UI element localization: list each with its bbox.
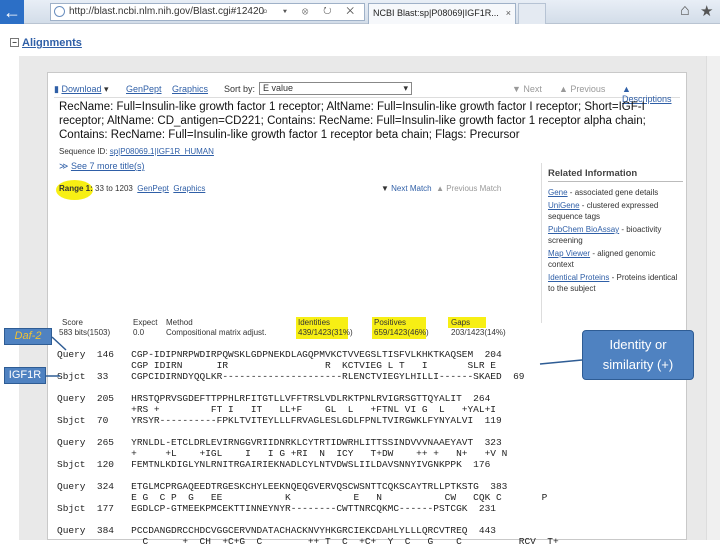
see-more-link[interactable]: See 7 more title(s) [71, 161, 145, 171]
related-item-mapviewer: Map Viewer - aligned genomic context [548, 248, 683, 270]
chevron-down-icon: ▾ [403, 83, 408, 93]
down-arrow-icon: ▼ [381, 184, 389, 193]
up-arrow-icon: ▲ [436, 184, 444, 193]
alignments-title[interactable]: Alignments [22, 37, 82, 49]
alignment-line: Sbjct 70 YRSYR----------FPKLTVITEYLLLFRV… [57, 415, 502, 426]
sequence-id-label: Sequence ID: [59, 147, 108, 156]
value-expect: 0.0 [133, 328, 145, 337]
browser-toolbar: ← http://blast.ncbi.nlm.nih.gov/Blast.cg… [0, 0, 720, 24]
igf1r-callout: IGF1R [4, 367, 46, 384]
value-positives: 659/1423(46%) [374, 328, 429, 337]
header-positives: Positives [374, 318, 407, 327]
alignment-line: CGP IDIRN IR R KCTVIEG L T I SLR E [57, 360, 496, 371]
browser-tab[interactable]: NCBI Blast:sp|P08069|IGF1R... × [368, 3, 516, 24]
previous-match-button[interactable]: Previous Match [446, 184, 501, 193]
download-button[interactable]: ▮ Download ▾ [54, 84, 109, 95]
address-tools-icons[interactable]: ⌕ ▾ ⊗ ↻ ✕ [263, 4, 360, 20]
alignment-toolbar: ▮ Download ▾ GenPept Graphics Sort by: E… [54, 82, 680, 104]
range-line: Range 1: 33 to 1203 GenPept Graphics [59, 184, 205, 193]
genpept-link[interactable]: GenPept [126, 84, 162, 94]
value-score: 583 bits(1503) [59, 328, 111, 337]
score-table-row: 583 bits(1503) 0.0 Compositional matrix … [59, 328, 529, 339]
back-button[interactable]: ← [0, 0, 24, 24]
alignment-line: C + CH +C+G C ++ T C +C+ Y C G C RCV T+ [57, 536, 559, 547]
alignments-header[interactable]: − Alignments [10, 37, 82, 49]
value-identities: 439/1423(31%) [298, 328, 353, 337]
sort-select[interactable]: E value ▾ [259, 82, 412, 95]
related-link-bioassay[interactable]: PubChem BioAssay [548, 225, 619, 234]
related-item-unigene: UniGene - clustered expressed sequence t… [548, 200, 683, 222]
sequence-id-link[interactable]: sp|P08069.1|IGF1R_HUMAN [110, 147, 214, 156]
value-gaps: 203/1423(14%) [451, 328, 506, 337]
related-information: Related Information Gene - associated ge… [541, 163, 683, 323]
alignment-line: Query 205 HRSTQPRVSGDEFTTPPHLRFITGTLLVFF… [57, 393, 491, 404]
related-desc: - associated gene details [567, 188, 659, 197]
header-gaps: Gaps [451, 318, 471, 327]
globe-icon [54, 6, 65, 17]
alignment-line: Sbjct 120 FEMTNLKDIGLYNLRNITRGAIRIEKNADL… [57, 459, 491, 470]
related-link-gene[interactable]: Gene [548, 188, 568, 197]
alignment-line: Sbjct 177 EGDLCP-GTMEEKPMCEKTTINNEYNYR--… [57, 503, 496, 514]
alignment-line: Query 146 CGP-IDIPNRPWDIRPQWSKLGDPNEKDLA… [57, 349, 502, 360]
sort-value: E value [263, 83, 294, 93]
see-more-titles[interactable]: ≫ See 7 more title(s) [59, 161, 144, 172]
header-identities: Identities [298, 318, 331, 327]
alignment-line: Query 265 YRNLDL-ETCLDRLEVIRNGGVRIIDNRKL… [57, 437, 502, 448]
tab-close-icon[interactable]: × [506, 4, 511, 23]
related-item-bioassay: PubChem BioAssay - bioactivity screening [548, 224, 683, 246]
favorites-icon[interactable]: ★ [700, 2, 713, 20]
new-tab-button[interactable] [518, 3, 546, 24]
alignment-line: Query 324 ETGLMCPRGAQEEDTRGESKCHYLEEKNQE… [57, 481, 508, 492]
alignment-line: +RS + FT I IT LL+F GL L +FTNL VI G L +YA… [57, 404, 496, 415]
related-heading: Related Information [548, 168, 683, 182]
tab-title: NCBI Blast:sp|P08069|IGF1R... [373, 8, 499, 18]
alignment-line: Query 384 PCCDANGDRCCHDCVGGCERVNDATACHAC… [57, 525, 496, 536]
hit-title: RecName: Full=Insulin-like growth factor… [59, 101, 646, 141]
value-method: Compositional matrix adjust. [166, 328, 267, 337]
identity-callout: Identity or similarity (+) [582, 330, 694, 380]
range-label: Range 1: [59, 184, 93, 193]
download-link[interactable]: Download [61, 84, 101, 94]
scrollbar[interactable] [706, 56, 720, 540]
alignment-line: Sbjct 33 CGPCIDIRNDYQQLKR---------------… [57, 371, 525, 382]
header-method: Method [166, 318, 193, 327]
range-graphics-link[interactable]: Graphics [173, 184, 205, 193]
related-item-gene: Gene - associated gene details [548, 187, 683, 198]
sequence-id: Sequence ID: sp|P08069.1|IGF1R_HUMAN [59, 147, 214, 156]
alignment-line: + +L +IGL I I G +RI N ICY T+DW ++ + N+ +… [57, 448, 508, 459]
match-navigation: ▼ Next Match ▲ Previous Match [381, 184, 501, 193]
graphics-link[interactable]: Graphics [172, 84, 208, 94]
home-icon[interactable]: ⌂ [680, 2, 690, 20]
range-genpept-link[interactable]: GenPept [137, 184, 169, 193]
header-expect: Expect [133, 318, 158, 327]
expand-arrow-icon: ≫ [59, 161, 69, 171]
alignment-line: E G C P G EE K E N CW CQK C P [57, 492, 548, 503]
next-match-button[interactable]: Next Match [391, 184, 431, 193]
sort-label: Sort by: [224, 84, 256, 94]
related-link-identical[interactable]: Identical Proteins [548, 273, 609, 282]
related-item-identical: Identical Proteins - Proteins identical … [548, 272, 683, 294]
related-link-mapviewer[interactable]: Map Viewer [548, 249, 590, 258]
collapse-toggle-icon[interactable]: − [10, 38, 19, 47]
address-bar[interactable]: http://blast.ncbi.nlm.nih.gov/Blast.cgi#… [50, 3, 365, 21]
previous-button[interactable]: ▲ Previous [559, 84, 605, 94]
related-link-unigene[interactable]: UniGene [548, 201, 580, 210]
daf2-callout: Daf-2 [4, 328, 52, 345]
range-value: 33 to 1203 [95, 184, 133, 193]
url-text: http://blast.ncbi.nlm.nih.gov/Blast.cgi#… [69, 6, 265, 17]
next-button[interactable]: ▼ Next [512, 84, 542, 94]
header-score: Score [62, 318, 83, 327]
